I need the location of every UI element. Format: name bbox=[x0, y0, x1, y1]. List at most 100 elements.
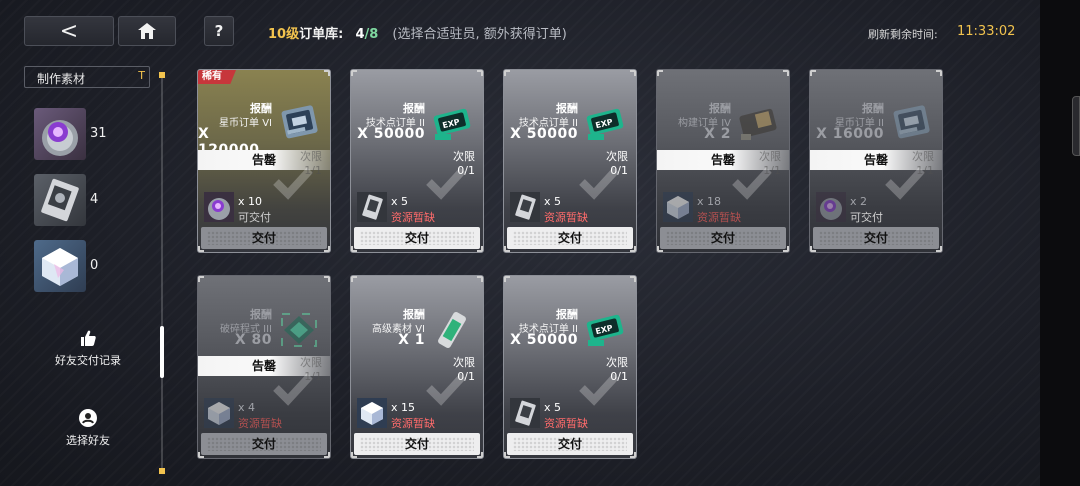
sidebar-scrollbar[interactable] bbox=[160, 326, 164, 378]
order-card[interactable]: 报酬 技术点订单 II X 50000 EXP 次限 0/1 x 5 资源暂缺 交付 bbox=[503, 69, 637, 253]
card-corner-mark bbox=[324, 70, 330, 76]
material-item-cube[interactable]: 0 bbox=[34, 240, 114, 294]
deliver-label: 交付 bbox=[251, 437, 276, 451]
deliver-label: 交付 bbox=[404, 231, 429, 245]
card-corner-mark bbox=[477, 276, 483, 282]
required-quantity: x 4 bbox=[238, 401, 256, 414]
limit-value: 1/1 bbox=[763, 164, 781, 177]
materials-header-marker: T bbox=[138, 69, 145, 82]
rare-tag: 稀有 bbox=[198, 70, 236, 84]
card-corner-mark bbox=[324, 276, 330, 282]
exp-card-icon: EXP bbox=[584, 310, 626, 350]
requirement-status: 资源暂缺 bbox=[544, 211, 588, 224]
help-button[interactable]: ? bbox=[204, 16, 234, 46]
order-library-title: 10级订单库: 4/8 (选择合适驻员, 额外获得订单) bbox=[268, 23, 567, 42]
limit-value: 0/1 bbox=[457, 164, 475, 177]
card-corner-mark bbox=[630, 70, 636, 76]
limit-label: 次限 bbox=[606, 150, 628, 163]
refresh-timer: 11:33:02 bbox=[957, 24, 1016, 39]
limit-label: 次限 bbox=[453, 150, 475, 163]
data-chip-icon bbox=[34, 174, 86, 226]
home-button[interactable] bbox=[118, 16, 176, 46]
required-quantity: x 5 bbox=[391, 195, 409, 208]
sidebar-scroll-track bbox=[161, 76, 163, 471]
refresh-label: 刷新剩余时间: bbox=[868, 28, 938, 41]
reward-quantity: X 16000 bbox=[816, 126, 884, 142]
deliver-button[interactable]: 交付 bbox=[660, 227, 786, 249]
card-corner-mark bbox=[936, 70, 942, 76]
materials-header-label: 制作素材 bbox=[37, 72, 86, 86]
crystal-cube-icon bbox=[204, 398, 234, 428]
limit-label: 次限 bbox=[606, 356, 628, 369]
order-count-max: 8 bbox=[369, 27, 379, 42]
delivery-limit: 次限 1/1 bbox=[300, 356, 322, 384]
track-top-marker bbox=[159, 72, 165, 78]
order-card[interactable]: 报酬 高级素材 VI X 1 次限 0/1 x 15 资源暂缺 交付 bbox=[350, 275, 484, 459]
order-level: 10级 bbox=[268, 27, 300, 42]
limit-value: 0/1 bbox=[610, 370, 628, 383]
material-count: 0 bbox=[90, 258, 99, 273]
exp-card-icon: EXP bbox=[584, 104, 626, 144]
requirement-status: 可交付 bbox=[238, 211, 271, 224]
deliver-button[interactable]: 交付 bbox=[507, 227, 633, 249]
delivery-limit: 次限 0/1 bbox=[606, 150, 628, 178]
data-chip-icon bbox=[357, 192, 387, 222]
delivery-limit: 次限 0/1 bbox=[453, 356, 475, 384]
deliver-button[interactable]: 交付 bbox=[354, 433, 480, 455]
materials-header: 制作素材 T bbox=[24, 66, 150, 88]
order-card[interactable]: 报酬 技术点订单 II X 50000 EXP 次限 0/1 x 5 资源暂缺 交付 bbox=[350, 69, 484, 253]
limit-value: 1/1 bbox=[916, 164, 934, 177]
reward-quantity: X 1 bbox=[398, 332, 425, 348]
card-corner-mark bbox=[657, 70, 663, 76]
delivery-limit: 次限 1/1 bbox=[300, 150, 322, 178]
friend-delivery-record-button[interactable]: 好友交付记录 bbox=[48, 328, 128, 368]
material-item-disc[interactable]: 31 bbox=[34, 108, 114, 162]
select-friend-button[interactable]: 选择好友 bbox=[48, 408, 128, 448]
deliver-label: 交付 bbox=[863, 231, 888, 245]
track-bottom-marker bbox=[159, 468, 165, 474]
home-icon bbox=[138, 23, 156, 39]
delivery-limit: 次限 0/1 bbox=[606, 356, 628, 384]
required-quantity: x 18 bbox=[697, 195, 722, 208]
order-card[interactable]: 报酬 破碎程式 III X 80 告罄 次限 1/1 x 4 资源暂缺 交付 bbox=[197, 275, 331, 459]
limit-value: 1/1 bbox=[304, 164, 322, 177]
back-button[interactable]: < bbox=[24, 16, 114, 46]
deliver-button[interactable]: 交付 bbox=[507, 433, 633, 455]
order-hint: (选择合适驻员, 额外获得订单) bbox=[392, 27, 567, 42]
deliver-label: 交付 bbox=[557, 231, 582, 245]
reward-quantity: X 50000 bbox=[510, 332, 578, 348]
order-card[interactable]: 报酬 星币订单 II X 16000 告罄 次限 1/1 x 2 可交付 交付 bbox=[809, 69, 943, 253]
limit-label: 次限 bbox=[300, 356, 322, 369]
friend-delivery-record-label: 好友交付记录 bbox=[55, 354, 121, 367]
deliver-button[interactable]: 交付 bbox=[201, 433, 327, 455]
battery-icon bbox=[431, 310, 473, 350]
order-library-label: 订单库: bbox=[299, 27, 344, 42]
required-quantity: x 5 bbox=[544, 195, 562, 208]
deliver-button[interactable]: 交付 bbox=[354, 227, 480, 249]
requirement-status: 资源暂缺 bbox=[238, 417, 282, 430]
deliver-button[interactable]: 交付 bbox=[813, 227, 939, 249]
order-card[interactable]: 报酬 构建订单 IV X 2 告罄 次限 1/1 x 18 资源暂缺 交付 bbox=[656, 69, 790, 253]
material-item-chip[interactable]: 4 bbox=[34, 174, 114, 228]
delivery-limit: 次限 1/1 bbox=[759, 150, 781, 178]
thumbs-up-icon bbox=[81, 330, 96, 346]
deliver-label: 交付 bbox=[557, 437, 582, 451]
reward-quantity: X 50000 bbox=[357, 126, 425, 142]
deliver-label: 交付 bbox=[404, 437, 429, 451]
order-card[interactable]: 报酬 技术点订单 II X 50000 EXP 次限 0/1 x 5 资源暂缺 交付 bbox=[503, 275, 637, 459]
delivery-limit: 次限 0/1 bbox=[453, 150, 475, 178]
requirement-status: 资源暂缺 bbox=[544, 417, 588, 430]
back-arrow-icon: < bbox=[59, 18, 79, 44]
delivery-limit: 次限 1/1 bbox=[912, 150, 934, 178]
data-chip-icon bbox=[510, 192, 540, 222]
order-card[interactable]: 稀有报酬星币订单 VIX 120000告罄次限1/1x 10可交付交付 bbox=[197, 69, 331, 253]
purple-disc-icon bbox=[204, 192, 234, 222]
card-corner-mark bbox=[504, 276, 510, 282]
card-corner-mark bbox=[504, 70, 510, 76]
deliver-button[interactable]: 交付 bbox=[201, 227, 327, 249]
required-quantity: x 10 bbox=[238, 195, 263, 208]
crystal-cube-icon bbox=[663, 192, 693, 222]
green-chip-icon bbox=[278, 310, 320, 350]
reward-quantity: X 50000 bbox=[510, 126, 578, 142]
select-friend-label: 选择好友 bbox=[66, 434, 110, 447]
